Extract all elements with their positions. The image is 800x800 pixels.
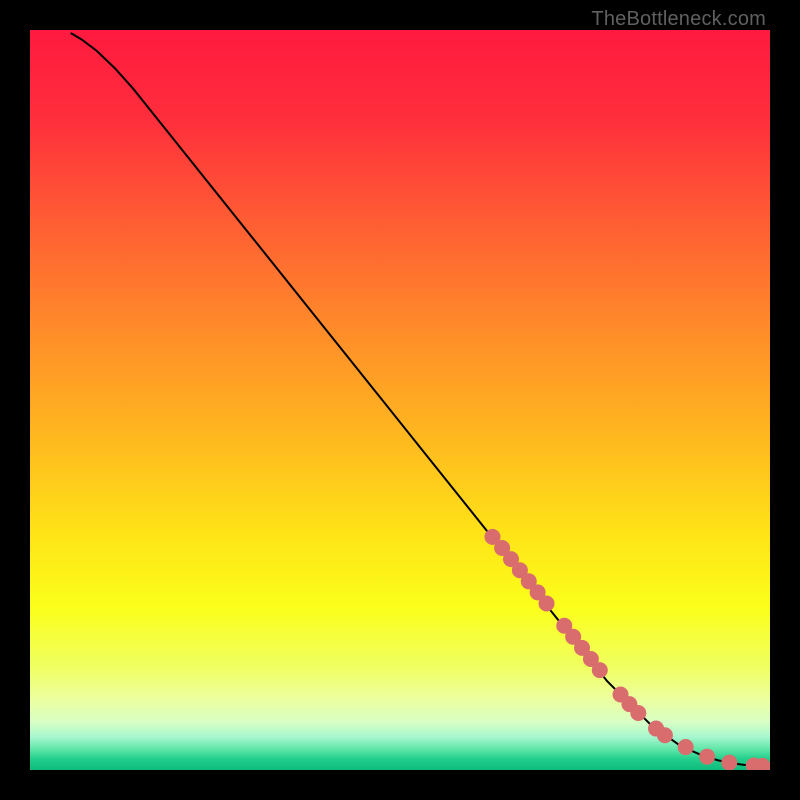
- attribution-text: TheBottleneck.com: [591, 8, 766, 31]
- marker-point: [657, 727, 673, 743]
- chart-plot-area: [30, 30, 770, 770]
- marker-point: [630, 705, 646, 721]
- marker-point: [699, 749, 715, 765]
- marker-point: [678, 739, 694, 755]
- gradient-background: [30, 30, 770, 770]
- marker-point: [592, 662, 608, 678]
- chart-svg: [30, 30, 770, 770]
- marker-point: [721, 755, 737, 770]
- marker-point: [539, 596, 555, 612]
